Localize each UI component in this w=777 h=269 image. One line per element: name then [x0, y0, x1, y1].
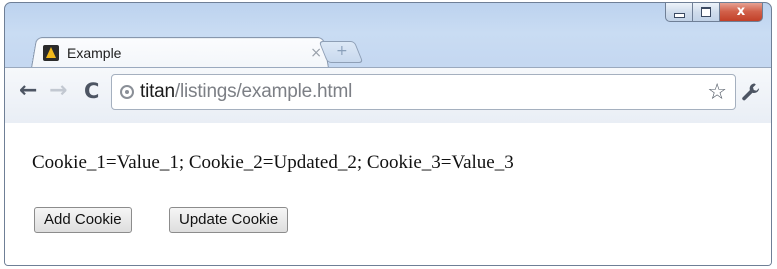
url-path: /listings/example.html: [174, 81, 353, 102]
url-text[interactable]: titan/listings/example.html: [140, 81, 707, 103]
toolbar: ← → C titan/listings/example.html ☆: [5, 67, 771, 124]
maximize-icon: [701, 6, 711, 17]
update-cookie-button[interactable]: Update Cookie: [169, 207, 289, 233]
minimize-button[interactable]: [665, 3, 692, 22]
url-host: titan: [140, 81, 175, 102]
address-bar[interactable]: titan/listings/example.html ☆: [111, 74, 736, 110]
close-button[interactable]: x: [719, 3, 763, 22]
cookie-output-text: Cookie_1=Value_1; Cookie_2=Updated_2; Co…: [32, 152, 514, 173]
window-controls: x: [665, 3, 763, 22]
new-tab-plus-icon: +: [336, 43, 348, 59]
maximize-button[interactable]: [692, 3, 719, 22]
bookmark-star-icon[interactable]: ☆: [707, 80, 727, 105]
tab-content: Example ×: [43, 41, 328, 65]
favicon-icon: [43, 45, 59, 61]
close-icon: x: [736, 4, 746, 19]
browser-window: x Example × + ← → C titan/listings/examp…: [4, 2, 772, 266]
minimize-icon: [673, 13, 685, 18]
page-info-icon[interactable]: [120, 85, 134, 99]
reload-button[interactable]: C: [84, 80, 99, 102]
page-content: Cookie_1=Value_1; Cookie_2=Updated_2; Co…: [5, 123, 771, 265]
back-button[interactable]: ←: [19, 80, 37, 102]
wrench-icon[interactable]: [740, 81, 762, 103]
add-cookie-button[interactable]: Add Cookie: [34, 207, 132, 233]
forward-button[interactable]: →: [49, 80, 67, 102]
tab-title: Example: [67, 45, 122, 61]
